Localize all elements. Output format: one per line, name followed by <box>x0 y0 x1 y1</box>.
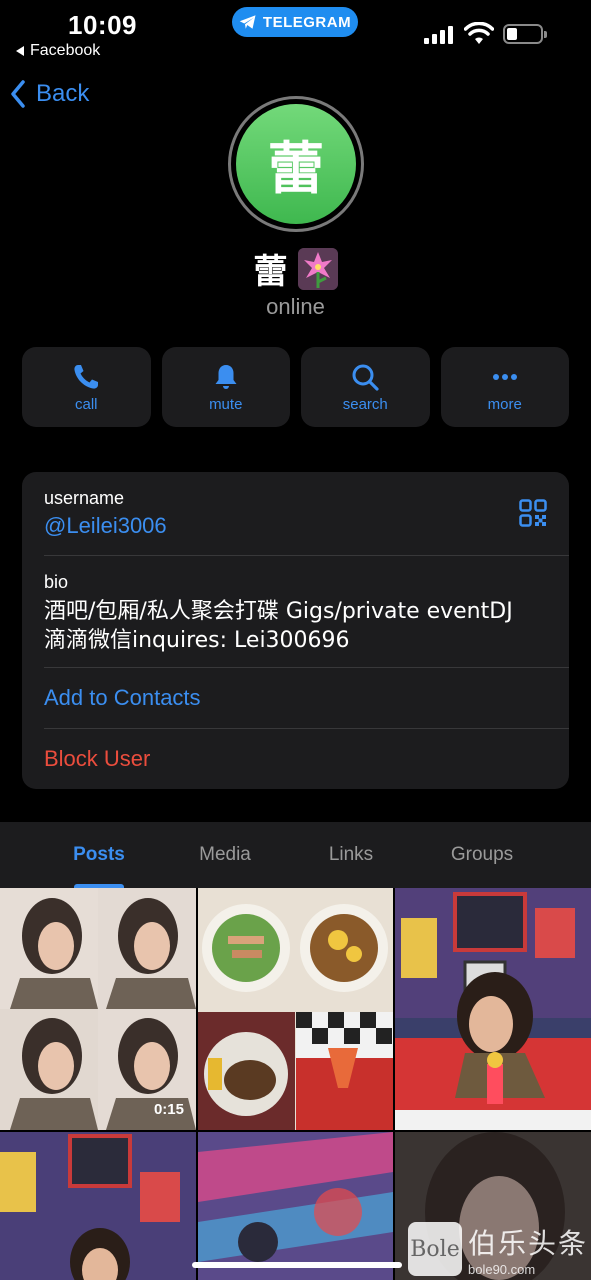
bio-line-1: 酒吧/包厢/私人聚会打碟 Gigs/private eventDJ <box>44 599 513 624</box>
tab-media[interactable]: Media <box>184 844 266 866</box>
status-time: 10:09 <box>68 10 137 40</box>
telegram-plane-icon <box>239 15 256 29</box>
mute-label: mute <box>209 395 243 413</box>
bio-line-2: 滴滴微信inquires: Lei300696 <box>44 628 350 653</box>
back-button[interactable]: Back <box>10 80 89 108</box>
photo-thumbnail[interactable] <box>395 888 591 1130</box>
watermark: Bole 伯乐头条 bole90.com <box>408 1218 591 1280</box>
watermark-logo: Bole <box>408 1222 462 1276</box>
bell-icon <box>215 364 237 389</box>
bio-text: 酒吧/包厢/私人聚会打碟 Gigs/private eventDJ 滴滴微信in… <box>44 597 569 655</box>
back-to-app-label: Facebook <box>30 42 101 59</box>
tab-posts[interactable]: Posts <box>58 844 140 866</box>
action-buttons: call mute search more <box>22 347 569 427</box>
back-triangle-icon <box>16 46 24 56</box>
search-icon <box>352 364 379 391</box>
telegram-pill-label: TELEGRAM <box>262 13 352 31</box>
telegram-pill[interactable]: TELEGRAM <box>232 7 358 37</box>
divider <box>44 728 569 729</box>
presence-status: online <box>266 294 325 319</box>
block-user-button[interactable]: Block User <box>44 746 569 772</box>
back-to-app-link[interactable]: Facebook <box>16 42 100 60</box>
tab-groups[interactable]: Groups <box>436 844 528 866</box>
tab-links[interactable]: Links <box>310 844 392 866</box>
more-icon <box>492 373 517 380</box>
profile-name: 蕾 <box>0 244 591 293</box>
phone-icon <box>74 364 99 389</box>
username-label: username <box>44 488 125 508</box>
add-to-contacts-button[interactable]: Add to Contacts <box>44 685 569 711</box>
call-button[interactable]: call <box>22 347 151 427</box>
more-button[interactable]: more <box>440 347 569 427</box>
wifi-icon <box>464 22 494 44</box>
search-label: search <box>342 395 388 413</box>
divider <box>44 667 569 668</box>
divider <box>44 555 569 556</box>
battery-icon <box>503 24 547 44</box>
chevron-left-icon <box>11 80 25 108</box>
photo-thumbnail[interactable] <box>0 1132 196 1280</box>
cellular-signal-icon <box>424 26 454 44</box>
home-indicator[interactable] <box>192 1262 402 1268</box>
watermark-brand: 伯乐头条 <box>468 1226 589 1260</box>
status-bar: 10:09 Facebook TELEGRAM <box>0 0 591 70</box>
call-label: call <box>74 395 98 413</box>
media-tab-bar: Posts Media Links Groups <box>0 822 591 888</box>
mute-button[interactable]: mute <box>161 347 290 427</box>
profile-name-text: 蕾 <box>253 252 288 292</box>
watermark-url: bole90.com <box>468 1261 536 1277</box>
bio-row: bio 酒吧/包厢/私人聚会打碟 Gigs/private eventDJ 滴滴… <box>44 572 569 655</box>
lily-emoji-icon <box>297 247 338 290</box>
username-value[interactable]: @Leilei3006 <box>44 513 569 539</box>
avatar[interactable]: 蕾 <box>236 104 356 224</box>
more-label: more <box>487 395 522 413</box>
qr-code-icon[interactable] <box>519 499 547 527</box>
info-card: username @Leilei3006 bio 酒吧/包厢/私人聚会打碟 Gi… <box>22 472 569 789</box>
video-duration: 0:15 <box>153 1101 184 1118</box>
photo-thumbnail[interactable] <box>198 1132 393 1280</box>
username-row[interactable]: username @Leilei3006 <box>44 488 569 539</box>
video-thumbnail[interactable]: 0:15 <box>0 888 196 1130</box>
back-label: Back <box>36 80 90 107</box>
search-button[interactable]: search <box>301 347 430 427</box>
avatar-initial: 蕾 <box>268 136 324 202</box>
photo-thumbnail[interactable] <box>198 888 393 1130</box>
bio-label: bio <box>44 572 69 592</box>
